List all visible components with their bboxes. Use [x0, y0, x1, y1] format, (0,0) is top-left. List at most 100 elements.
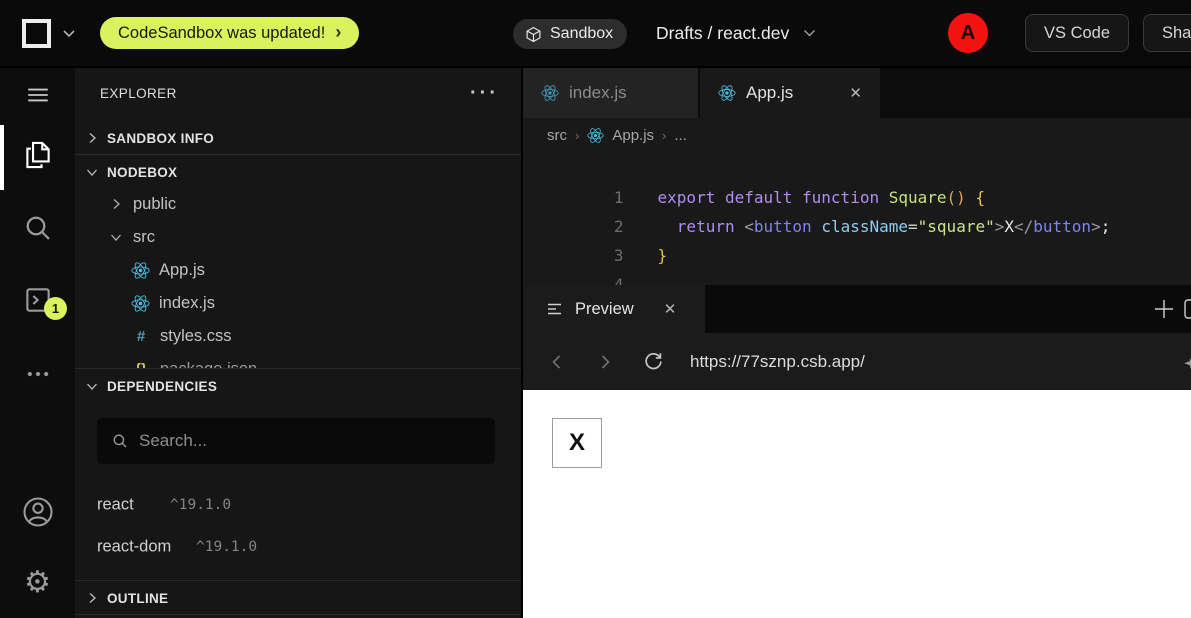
url-value: https://77sznp.csb.app/ — [690, 352, 865, 372]
divider — [75, 614, 521, 615]
section-sandbox-info[interactable]: SANDBOX INFO — [75, 122, 521, 154]
explorer-view-button[interactable] — [0, 138, 75, 172]
explorer-title: EXPLORER — [100, 86, 177, 101]
back-button[interactable] — [537, 333, 577, 390]
chevron-down-icon — [84, 164, 100, 180]
code-token — [966, 188, 976, 207]
react-icon — [718, 84, 736, 102]
react-icon — [131, 261, 150, 280]
menu-button[interactable] — [0, 82, 75, 108]
section-outline[interactable]: OUTLINE — [75, 582, 521, 614]
line-number: 1 — [562, 183, 624, 212]
tab-label: Preview — [575, 300, 634, 319]
tree-item-label: index.js — [159, 294, 215, 313]
line-number: 3 — [562, 241, 624, 270]
url-field[interactable]: https://77sznp.csb.app/ — [690, 333, 865, 390]
dependency-row[interactable]: react ^19.1.0 — [75, 489, 521, 521]
tab-app-js[interactable]: App.js ✕ — [700, 68, 880, 118]
refresh-button[interactable] — [633, 333, 673, 390]
breadcrumb-symbol[interactable]: ... — [674, 127, 687, 144]
more-actions-button[interactable]: ··· — [470, 77, 499, 109]
code-token: "square" — [918, 217, 995, 236]
section-nodebox[interactable]: NODEBOX — [75, 156, 521, 188]
layout-icon[interactable] — [1183, 298, 1191, 320]
vscode-button-label: VS Code — [1044, 24, 1110, 43]
tab-index-js[interactable]: index.js — [523, 68, 700, 118]
explorer-header: EXPLORER ··· — [75, 77, 521, 109]
editor-tab-strip: index.js App.js ✕ — [521, 68, 1191, 118]
divider — [75, 368, 521, 369]
code-token: ; — [1101, 217, 1111, 236]
sandbox-type-pill[interactable]: Sandbox — [513, 19, 627, 49]
settings-button[interactable]: ⚙ — [0, 568, 75, 598]
close-icon[interactable]: ✕ — [664, 300, 677, 318]
code-token: className — [821, 217, 908, 236]
tab-preview[interactable]: Preview ✕ — [523, 285, 705, 333]
tree-item-label: src — [133, 228, 155, 247]
tree-item-package-json[interactable]: {} package.json — [75, 353, 521, 368]
react-icon — [131, 294, 150, 313]
tree-item-label: package.json — [160, 360, 257, 369]
chevron-right-icon: › — [335, 22, 341, 43]
preview-viewport: X — [521, 390, 1191, 618]
code-line: 1export default function Square() { — [523, 154, 1191, 183]
chevron-down-icon[interactable] — [62, 29, 76, 38]
code-token — [658, 217, 677, 236]
code-editor[interactable]: 1export default function Square() { 2 re… — [521, 152, 1191, 285]
tree-item-index-js[interactable]: index.js — [75, 287, 521, 319]
codesandbox-logo-icon[interactable] — [22, 19, 51, 48]
tree-item-app-js[interactable]: App.js — [75, 254, 521, 286]
chevron-down-icon — [84, 378, 100, 394]
breadcrumb-folder[interactable]: src — [547, 127, 567, 144]
dependency-search-box — [97, 418, 495, 464]
dependency-version: ^19.1.0 — [170, 497, 231, 513]
project-breadcrumb[interactable]: Drafts / react.dev — [656, 0, 816, 66]
search-view-button[interactable] — [0, 212, 75, 244]
share-button[interactable]: Sha — [1143, 14, 1191, 52]
sparkle-icon[interactable] — [1183, 352, 1191, 372]
code-token: Square — [889, 188, 947, 207]
close-icon[interactable]: ✕ — [849, 84, 862, 102]
chevron-down-icon — [108, 229, 124, 245]
chevron-right-icon — [84, 130, 100, 146]
breadcrumb-file[interactable]: App.js — [612, 127, 654, 144]
activity-bar: 1 ⚙ — [0, 68, 75, 618]
section-label: SANDBOX INFO — [107, 131, 214, 146]
tree-item-styles-css[interactable]: # styles.css — [75, 320, 521, 352]
divider — [75, 580, 521, 581]
section-label: DEPENDENCIES — [107, 379, 217, 394]
chevron-right-icon — [108, 196, 124, 212]
tree-item-label: App.js — [159, 261, 205, 280]
more-views-button[interactable] — [0, 360, 75, 388]
react-icon — [541, 84, 559, 102]
dependency-row[interactable]: react-dom ^19.1.0 — [75, 531, 521, 563]
code-token: () — [947, 188, 966, 207]
dependency-search-input[interactable] — [139, 431, 481, 451]
chevron-right-icon — [84, 590, 100, 606]
divider — [75, 154, 521, 155]
code-token: button — [1033, 217, 1091, 236]
avatar[interactable]: A — [948, 13, 988, 53]
tree-item-public[interactable]: public — [75, 188, 521, 220]
preview-tab-strip: Preview ✕ — [521, 285, 1191, 333]
section-label: OUTLINE — [107, 591, 168, 606]
tree-item-src[interactable]: src — [75, 221, 521, 253]
vscode-button[interactable]: VS Code — [1025, 14, 1129, 52]
preview-url-bar: https://77sznp.csb.app/ — [521, 333, 1191, 390]
add-preview-button[interactable] — [1141, 285, 1187, 333]
tree-item-label: public — [133, 195, 176, 214]
update-banner-button[interactable]: CodeSandbox was updated! › — [100, 17, 359, 49]
section-dependencies[interactable]: DEPENDENCIES — [75, 370, 521, 402]
account-button[interactable] — [0, 494, 75, 530]
code-token — [735, 217, 745, 236]
tree-item-package-json-clipped: {} package.json — [75, 353, 521, 368]
chevron-down-icon — [803, 29, 816, 37]
code-token: button — [754, 217, 812, 236]
forward-button[interactable] — [585, 333, 625, 390]
terminal-count-badge: 1 — [44, 297, 67, 320]
terminal-badge-count: 1 — [52, 301, 59, 316]
update-banner-label: CodeSandbox was updated! — [118, 24, 325, 43]
search-icon — [111, 432, 129, 450]
preview-square-button[interactable]: X — [552, 418, 602, 468]
code-token: > — [995, 217, 1005, 236]
